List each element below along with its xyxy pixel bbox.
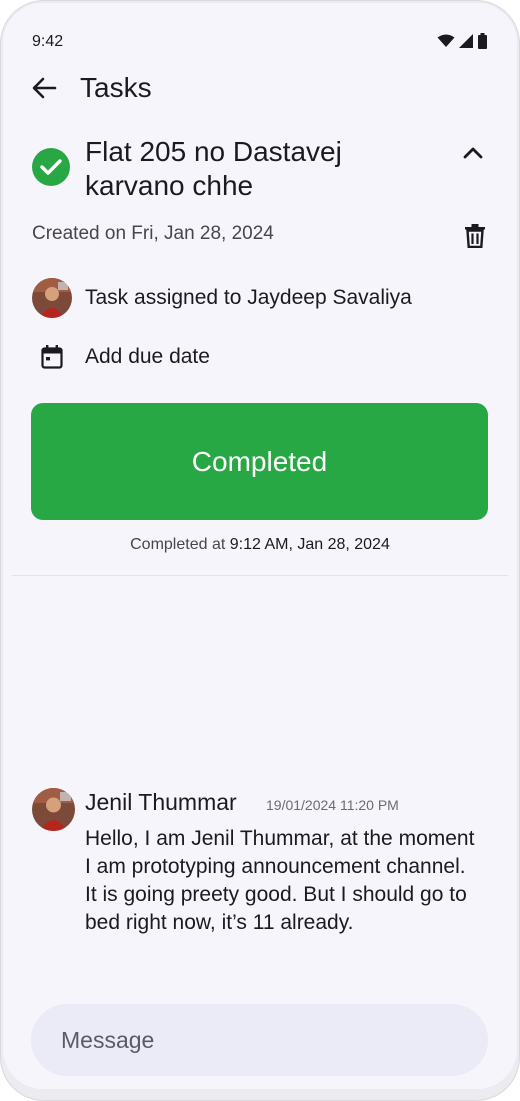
status-time: 9:42 xyxy=(32,33,64,50)
comment-timestamp: 19/01/2024 11:20 PM xyxy=(266,797,399,813)
calendar-icon xyxy=(32,339,72,375)
comment-avatar[interactable] xyxy=(32,788,75,831)
wifi-icon xyxy=(437,34,455,47)
task-status-indicator[interactable] xyxy=(32,148,70,186)
comment-text: Hello, I am Jenil Thummar, at the moment… xyxy=(85,827,475,934)
completed-at-text: Completed at 9:12 AM, Jan 28, 2024 xyxy=(3,536,517,554)
created-date: Created on Fri, Jan 28, 2024 xyxy=(32,223,274,244)
completed-at-time: 9:12 AM, Jan 28, 2024 xyxy=(229,536,390,553)
battery-icon xyxy=(478,33,487,49)
app-bar: Tasks xyxy=(3,65,517,111)
divider xyxy=(12,575,508,576)
delete-button[interactable] xyxy=(460,221,490,251)
task-title: Flat 205 no Dastavej karvano chhe xyxy=(85,136,342,201)
status-icons xyxy=(437,33,487,49)
assignee-text: Task assigned to Jaydeep Savaliya xyxy=(85,286,412,309)
check-icon xyxy=(40,159,62,175)
collapse-button[interactable] xyxy=(458,138,488,168)
phone-frame: 9:42 Tasks Flat 205 no Dastavej karvano … xyxy=(0,0,520,1101)
due-date-row[interactable]: Add due date xyxy=(32,339,210,375)
message-composer[interactable] xyxy=(31,1004,488,1076)
assignee-avatar xyxy=(32,278,72,318)
comment-author: Jenil Thummar xyxy=(85,789,237,815)
back-arrow-icon xyxy=(32,77,57,99)
signal-icon xyxy=(459,34,473,48)
page-title: Tasks xyxy=(80,72,152,103)
add-due-date-label: Add due date xyxy=(85,345,210,368)
completed-button[interactable]: Completed xyxy=(31,403,488,520)
completed-at-prefix: Completed at xyxy=(130,536,230,553)
screen: 9:42 Tasks Flat 205 no Dastavej karvano … xyxy=(3,3,517,1089)
assignee-row[interactable]: Task assigned to Jaydeep Savaliya xyxy=(32,278,412,318)
message-input[interactable] xyxy=(61,1026,461,1054)
trash-icon xyxy=(465,224,485,248)
back-button[interactable] xyxy=(29,73,59,103)
chevron-up-icon xyxy=(463,147,483,159)
